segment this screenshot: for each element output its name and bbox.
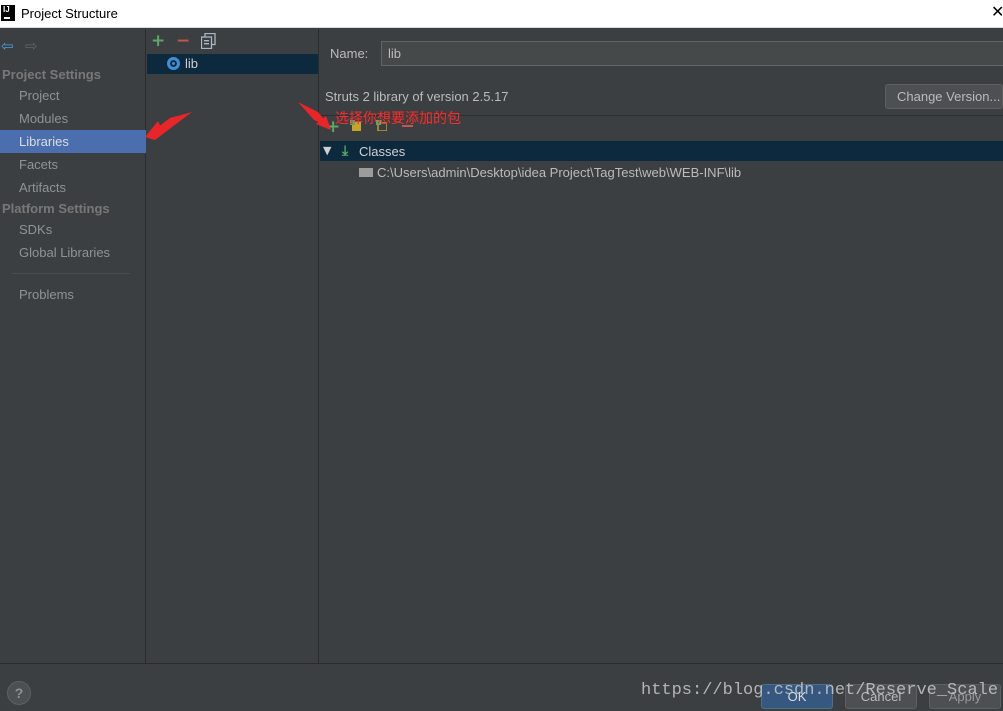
sidebar-item-artifacts[interactable]: Artifacts bbox=[0, 176, 146, 199]
close-icon[interactable]: ✕ bbox=[991, 2, 1003, 24]
sidebar-item-modules[interactable]: Modules bbox=[0, 107, 146, 130]
sidebar-item-libraries[interactable]: Libraries bbox=[0, 130, 146, 153]
add-library-icon[interactable]: + bbox=[151, 31, 165, 51]
title-bar: IJ Project Structure ✕ bbox=[0, 0, 1003, 28]
library-name-input[interactable]: lib bbox=[381, 41, 1003, 66]
name-field-label: Name: bbox=[330, 46, 369, 61]
classes-path-label: C:\Users\admin\Desktop\idea Project\TagT… bbox=[377, 165, 742, 180]
sidebar-item-project[interactable]: Project bbox=[0, 84, 146, 107]
csdn-watermark: https://blog.csdn.net/Reserve_Scale bbox=[641, 681, 999, 700]
annotation-text: 选择你想要添加的包 bbox=[335, 111, 461, 127]
change-version-button[interactable]: Change Version... bbox=[885, 84, 1003, 109]
library-gear-icon bbox=[167, 57, 180, 70]
library-name-label: lib bbox=[185, 56, 199, 71]
window-title: Project Structure bbox=[21, 6, 118, 21]
libraries-list-panel: + − lib bbox=[147, 29, 319, 663]
folder-jar-icon bbox=[359, 168, 373, 177]
remove-library-icon[interactable]: − bbox=[176, 31, 190, 51]
collapse-triangle-icon[interactable]: ▼ bbox=[323, 144, 331, 157]
sidebar-item-sdks[interactable]: SDKs bbox=[0, 218, 146, 241]
classes-node-label: Classes bbox=[359, 144, 406, 159]
dialog-footer: ? OK Cancel Apply https://blog.csdn.net/… bbox=[0, 663, 1003, 711]
classes-root-icon: ⤓ bbox=[342, 143, 349, 159]
forward-arrow-icon[interactable]: ⇨ bbox=[25, 37, 38, 55]
copy-library-icon[interactable] bbox=[201, 33, 216, 49]
settings-sidebar: ⇦ ⇨ Project Settings Project Modules Lib… bbox=[0, 29, 146, 663]
sidebar-item-global-libraries[interactable]: Global Libraries bbox=[0, 241, 146, 264]
section-title-platform-settings: Platform Settings bbox=[2, 201, 110, 216]
library-list-item-lib[interactable]: lib bbox=[147, 54, 318, 74]
section-title-project-settings: Project Settings bbox=[2, 67, 101, 82]
intellij-app-icon: IJ bbox=[1, 5, 15, 21]
help-button[interactable]: ? bbox=[7, 681, 31, 705]
sidebar-item-facets[interactable]: Facets bbox=[0, 153, 146, 176]
back-arrow-icon[interactable]: ⇦ bbox=[1, 37, 14, 55]
library-details-panel: Name: lib Struts 2 library of version 2.… bbox=[320, 29, 1003, 663]
library-description: Struts 2 library of version 2.5.17 bbox=[325, 89, 509, 104]
sidebar-item-problems[interactable]: Problems bbox=[0, 283, 146, 306]
sidebar-divider bbox=[12, 273, 130, 274]
tree-node-classes[interactable]: ▼ ⤓ Classes bbox=[320, 141, 1003, 161]
